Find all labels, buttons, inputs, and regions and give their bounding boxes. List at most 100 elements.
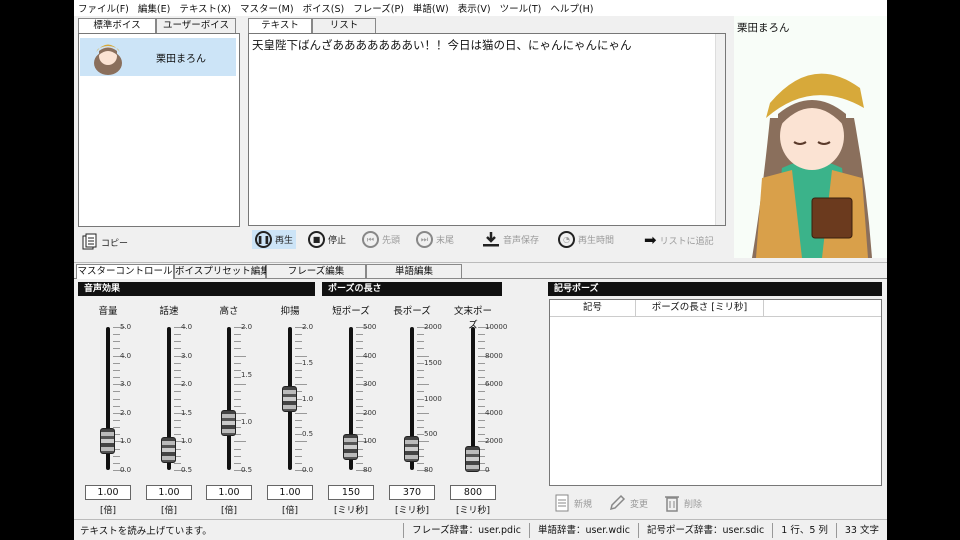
- menu-phrase[interactable]: フレーズ(P): [353, 1, 404, 15]
- slider-thumb[interactable]: [221, 409, 236, 436]
- slider-ticks: [234, 327, 246, 471]
- status-word-dict: 単語辞書：user.wdic: [528, 522, 638, 538]
- slider-value-input[interactable]: 150: [328, 485, 374, 500]
- slider-tick-label: 1.5: [181, 408, 193, 417]
- tab-word-edit[interactable]: 単語編集: [366, 264, 462, 279]
- slider-tick-label: 3.0: [181, 351, 193, 360]
- slider-tick-label: 80: [363, 466, 372, 474]
- add-to-list-label: リストに追記: [659, 236, 714, 247]
- slider-value-input[interactable]: 370: [389, 485, 435, 500]
- voice-name: 栗田まろん: [156, 53, 206, 65]
- character-illustration: [752, 73, 872, 258]
- tab-text[interactable]: テキスト: [248, 18, 312, 33]
- slider-thumb[interactable]: [282, 385, 297, 412]
- slider-tick-label: 500: [363, 323, 377, 331]
- play-time-label: 再生時間: [578, 236, 615, 246]
- slider-track[interactable]: [227, 327, 231, 470]
- slider-tick-label: 0: [485, 466, 490, 474]
- text-editor[interactable]: 天皇陛下ばんざあああああああい！！今日は猫の日、にゃんにゃんにゃん: [248, 33, 726, 226]
- menu-bar: ファイル(F) 編集(E) テキスト(X) マスター(M) ボイス(S) フレー…: [74, 0, 887, 16]
- slider-tick-label: 0.0: [120, 466, 132, 474]
- save-audio-button[interactable]: 音声保存: [482, 231, 539, 247]
- slider-tick-label: 1.0: [181, 437, 193, 446]
- slider-thumb[interactable]: [404, 435, 419, 462]
- tab-user-voice[interactable]: ユーザーボイス: [156, 18, 236, 33]
- slider-label: 短ポーズ: [332, 306, 370, 317]
- slider-value-input[interactable]: 1.00: [206, 485, 252, 500]
- slider-value-input[interactable]: 1.00: [146, 485, 192, 500]
- menu-edit[interactable]: 編集(E): [138, 1, 170, 15]
- menu-tools[interactable]: ツール(T): [500, 1, 542, 15]
- stop-button[interactable]: ■ 停止: [308, 231, 346, 248]
- slider-thumb[interactable]: [100, 428, 115, 455]
- copy-icon: [82, 233, 97, 250]
- skip-forward-icon: ⏭: [416, 231, 433, 248]
- slider-tick-label: 2000: [485, 437, 503, 446]
- editor-text[interactable]: 天皇陛下ばんざあああああああい！！今日は猫の日、にゃんにゃんにゃん: [249, 34, 725, 56]
- slider-label: 長ポーズ: [393, 306, 431, 317]
- slider-value-input[interactable]: 1.00: [85, 485, 131, 500]
- slider-thumb[interactable]: [161, 436, 176, 463]
- status-cursor-position: 1 行、5 列: [772, 522, 836, 538]
- slider-tick-label: 0.0: [302, 466, 314, 474]
- column-header-pause-length[interactable]: ポーズの長さ [ミリ秒]: [636, 300, 764, 316]
- tab-master-control[interactable]: マスターコントロール: [76, 264, 174, 279]
- menu-word[interactable]: 単語(W): [413, 1, 449, 15]
- slider-tick-label: 2000: [424, 323, 442, 331]
- tab-standard-voice[interactable]: 標準ボイス: [78, 18, 156, 33]
- pencil-icon: [609, 494, 626, 511]
- slider-value-input[interactable]: 1.00: [267, 485, 313, 500]
- slider-tick-label: 8000: [485, 351, 503, 360]
- slider-tick-label: 5.0: [120, 323, 132, 331]
- play-time-button[interactable]: ◔ 再生時間: [558, 231, 614, 248]
- slider-tick-label: 1.0: [120, 437, 132, 446]
- slider-tick-label: 1.5: [302, 358, 314, 367]
- menu-help[interactable]: ヘルプ(H): [550, 1, 593, 15]
- menu-voice[interactable]: ボイス(S): [303, 1, 345, 15]
- tab-list[interactable]: リスト: [312, 18, 376, 33]
- slider-value-input[interactable]: 800: [450, 485, 496, 500]
- stop-icon: ■: [308, 231, 325, 248]
- slider-tick-label: 2.0: [120, 408, 132, 417]
- tab-phrase-edit[interactable]: フレーズ編集: [266, 264, 366, 279]
- slider-tick-label: 4.0: [181, 323, 193, 331]
- new-button[interactable]: 新規: [554, 494, 592, 512]
- slider-unit: [倍]: [99, 506, 117, 516]
- voice-list: 栗田まろん: [78, 33, 240, 227]
- slider-tick-label: 100: [363, 437, 377, 446]
- column-header-symbol[interactable]: 記号: [550, 300, 636, 316]
- slider-tick-label: 1.0: [302, 394, 314, 403]
- slider-unit: [倍]: [220, 506, 238, 516]
- slider-unit: [倍]: [160, 506, 178, 516]
- slider-thumb[interactable]: [465, 445, 480, 472]
- slider-tick-label: 4000: [485, 408, 503, 417]
- add-to-list-button[interactable]: ➡ リストに追記: [644, 231, 714, 249]
- head-label: 先頭: [382, 236, 401, 246]
- slider-unit: [倍]: [281, 506, 299, 516]
- status-message: テキストを読み上げています。: [80, 526, 212, 537]
- character-name: 栗田まろん: [737, 22, 790, 34]
- delete-button[interactable]: 削除: [664, 494, 702, 512]
- slider-tick-label: 0.5: [181, 466, 193, 474]
- slider-tick-label: 6000: [485, 380, 503, 389]
- tail-button[interactable]: ⏭ 末尾: [416, 231, 454, 248]
- menu-view[interactable]: 表示(V): [458, 1, 491, 15]
- tab-voice-preset[interactable]: ボイスプリセット編集: [174, 264, 270, 279]
- head-button[interactable]: ⏮ 先頭: [362, 231, 400, 248]
- menu-file[interactable]: ファイル(F): [78, 1, 129, 15]
- slider-tick-label: 200: [363, 408, 377, 417]
- menu-text[interactable]: テキスト(X): [179, 1, 231, 15]
- status-bar: テキストを読み上げています。 フレーズ辞書：user.pdic 単語辞書：use…: [74, 519, 887, 540]
- editor-scrollbar[interactable]: [715, 34, 725, 225]
- status-symbol-dict: 記号ポーズ辞書：user.sdic: [638, 522, 772, 538]
- slider-tick-label: 1.0: [241, 418, 253, 427]
- copy-button[interactable]: コピー: [82, 233, 128, 251]
- play-button[interactable]: ❚❚ 再生: [252, 230, 297, 249]
- edit-button[interactable]: 変更: [608, 494, 648, 512]
- slider-thumb[interactable]: [343, 434, 358, 461]
- voice-list-item[interactable]: 栗田まろん: [80, 38, 236, 76]
- menu-master[interactable]: マスター(M): [240, 1, 294, 15]
- slider-unit: [ミリ秒]: [394, 506, 430, 516]
- slider-tick-label: 10000: [485, 323, 508, 331]
- play-label: 再生: [275, 236, 294, 246]
